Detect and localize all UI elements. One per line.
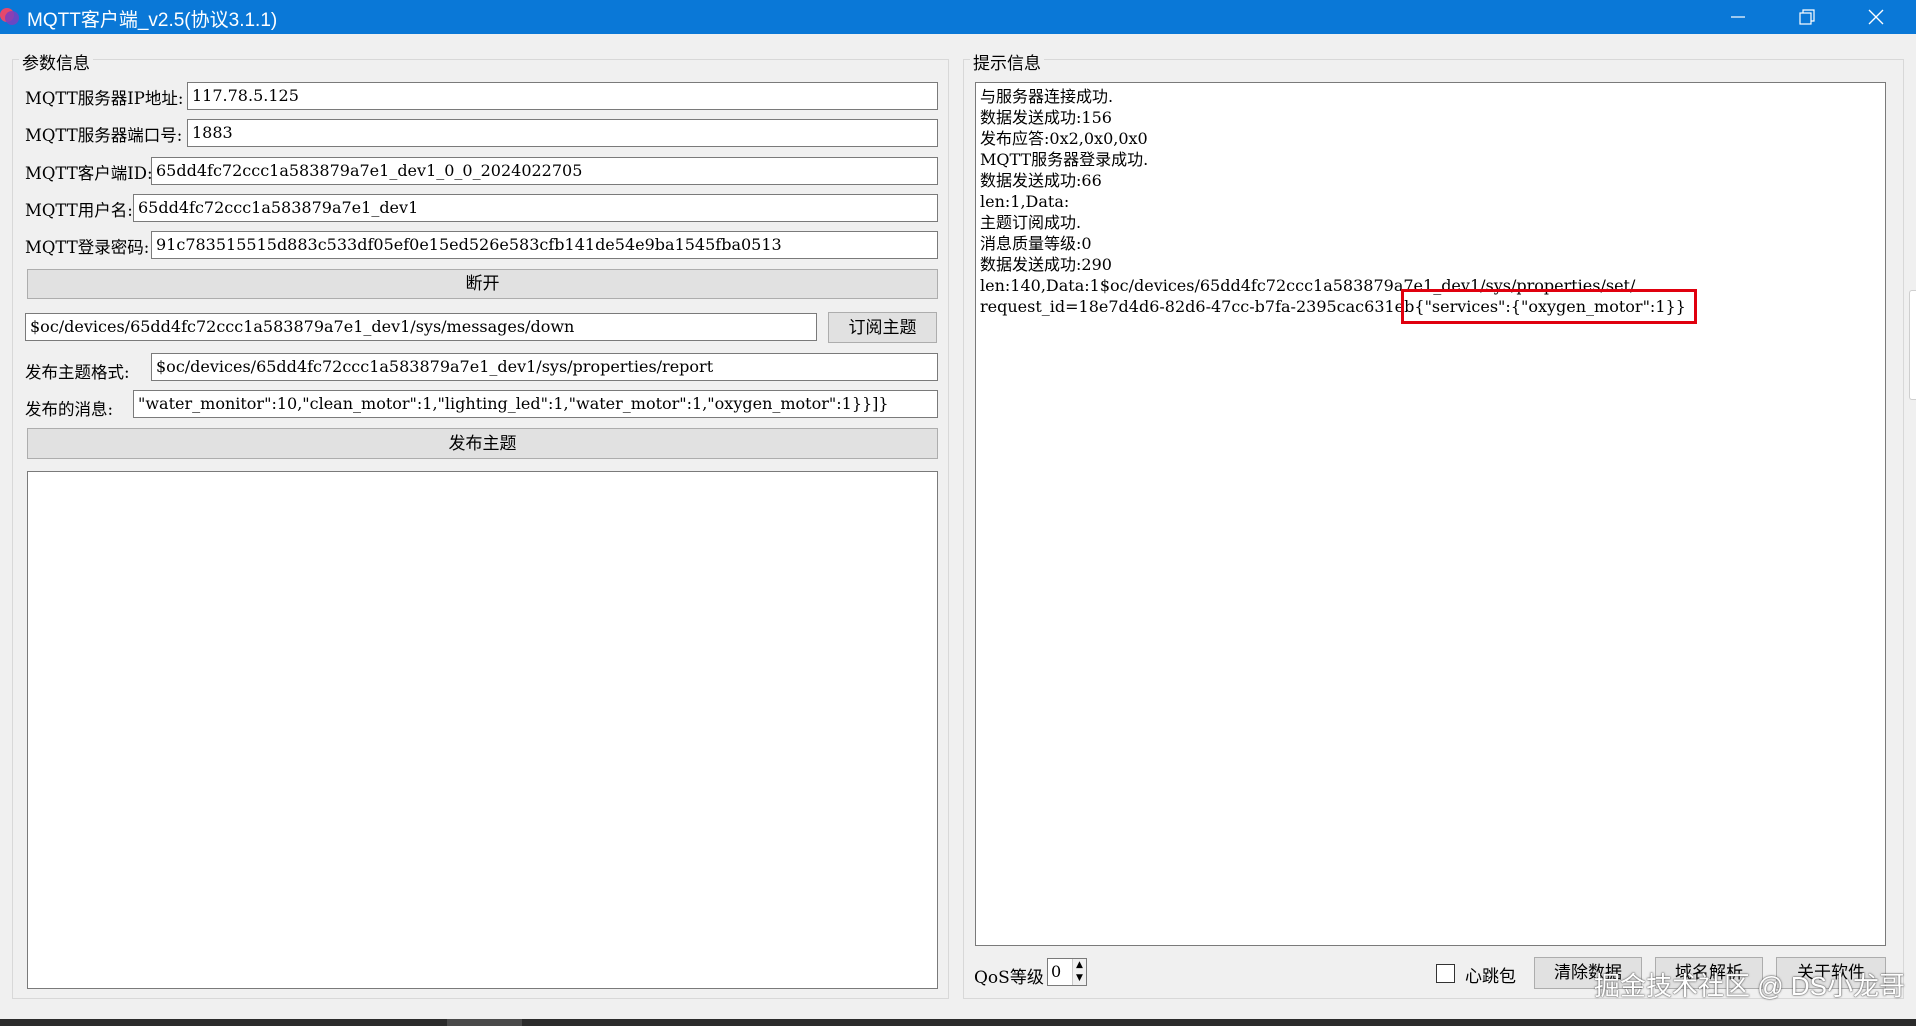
title-bar: MQTT客户端_v2.5(协议3.1.1) xyxy=(0,0,1916,34)
publish-message-input[interactable]: "water_monitor":10,"clean_motor":1,"ligh… xyxy=(133,390,938,418)
client-id-input[interactable]: 65dd4fc72ccc1a583879a7e1_dev1_0_0_202402… xyxy=(151,157,938,185)
client-id-label: MQTT客户端ID: xyxy=(25,164,153,183)
ip-label: MQTT服务器IP地址: xyxy=(25,89,184,108)
log-line: 主题订阅成功. xyxy=(980,213,1082,232)
qos-spinbox[interactable]: 0 ▲ ▼ xyxy=(1047,958,1087,986)
minimize-button[interactable] xyxy=(1704,0,1772,34)
log-line: 数据发送成功:290 xyxy=(980,255,1112,274)
port-label: MQTT服务器端口号: xyxy=(25,126,183,145)
username-input[interactable]: 65dd4fc72ccc1a583879a7e1_dev1 xyxy=(133,194,938,222)
window-title: MQTT客户端_v2.5(协议3.1.1) xyxy=(27,10,278,31)
log-line: 发布应答:0x2,0x0,0x0 xyxy=(980,129,1148,148)
username-label: MQTT用户名: xyxy=(25,201,133,220)
log-line: 消息质量等级:0 xyxy=(980,234,1092,253)
log-line: 数据发送成功:66 xyxy=(980,171,1102,190)
heartbeat-label: 心跳包 xyxy=(1465,967,1516,986)
hints-group-title: 提示信息 xyxy=(970,49,1044,74)
side-scroll-tab[interactable] xyxy=(1909,290,1916,400)
subscribe-button[interactable]: 订阅主题 xyxy=(828,312,937,343)
close-button[interactable] xyxy=(1842,0,1910,34)
publish-message-label: 发布的消息: xyxy=(25,400,114,419)
publish-topic-input[interactable]: $oc/devices/65dd4fc72ccc1a583879a7e1_dev… xyxy=(151,353,938,381)
log-line: 数据发送成功:156 xyxy=(980,108,1112,127)
params-group-title: 参数信息 xyxy=(19,49,93,74)
taskbar-item[interactable] xyxy=(447,1019,522,1026)
restore-button[interactable] xyxy=(1773,0,1841,34)
highlight-annotation xyxy=(1401,289,1697,324)
publish-button[interactable]: 发布主题 xyxy=(27,428,938,459)
close-icon xyxy=(1868,9,1884,25)
ip-input[interactable]: 117.78.5.125 xyxy=(187,82,938,110)
restore-icon xyxy=(1799,9,1815,25)
received-output-box[interactable] xyxy=(27,471,938,989)
port-input[interactable]: 1883 xyxy=(187,119,938,147)
publish-format-label: 发布主题格式: xyxy=(25,363,130,382)
heartbeat-checkbox[interactable] xyxy=(1436,964,1455,983)
spin-down-icon[interactable]: ▼ xyxy=(1072,972,1086,985)
watermark: 掘金技术社区 @ DS小龙哥 xyxy=(1594,971,1905,1001)
log-line: MQTT服务器登录成功. xyxy=(980,150,1149,169)
spin-up-icon[interactable]: ▲ xyxy=(1072,959,1086,972)
password-label: MQTT登录密码: xyxy=(25,238,150,257)
app-icon xyxy=(0,8,20,26)
qos-value: 0 xyxy=(1051,962,1062,981)
log-textarea[interactable]: 与服务器连接成功. 数据发送成功:156 发布应答:0x2,0x0,0x0 MQ… xyxy=(975,82,1886,946)
disconnect-button[interactable]: 断开 xyxy=(27,269,938,299)
taskbar xyxy=(0,1019,1916,1026)
minimize-icon xyxy=(1731,16,1745,18)
subscribe-topic-input[interactable]: $oc/devices/65dd4fc72ccc1a583879a7e1_dev… xyxy=(25,313,817,341)
log-line: len:1,Data: xyxy=(980,192,1070,211)
qos-label: QoS等级 xyxy=(974,968,1044,988)
log-line: 与服务器连接成功. xyxy=(980,87,1114,106)
password-input[interactable]: 91c783515515d883c533df05ef0e15ed526e583c… xyxy=(151,231,938,259)
